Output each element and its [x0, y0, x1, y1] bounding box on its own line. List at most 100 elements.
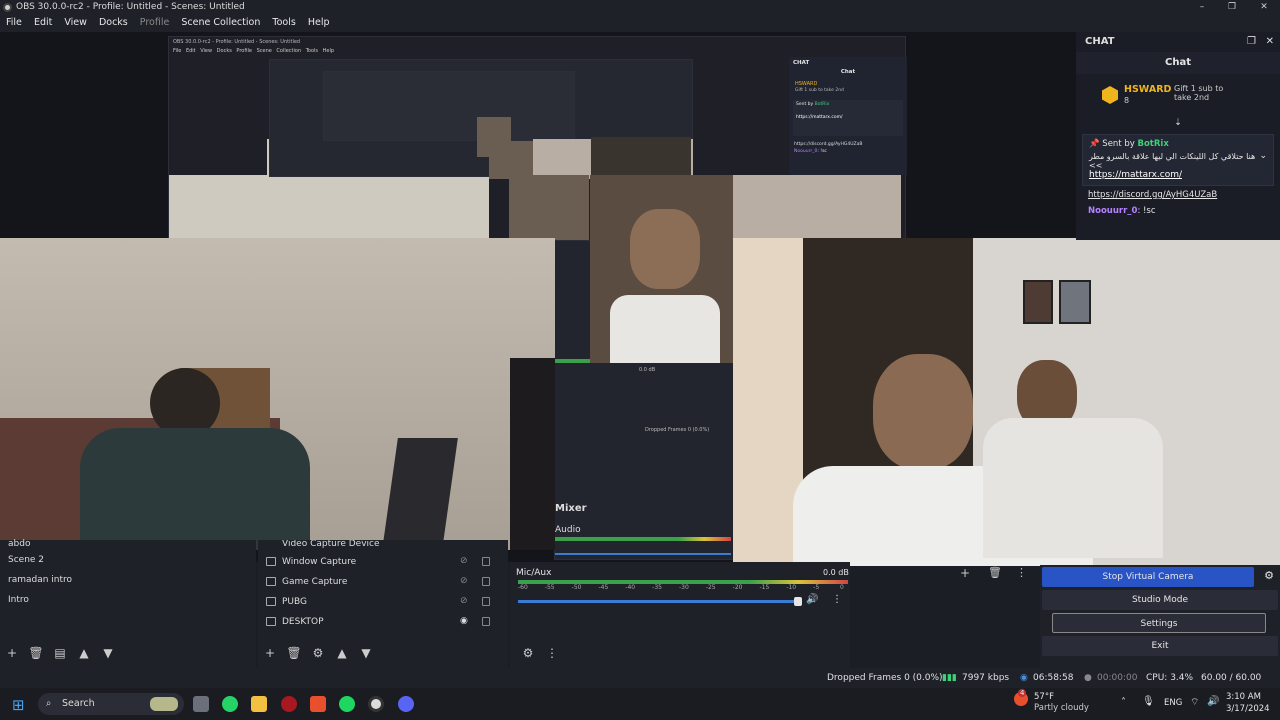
eye-hidden-icon[interactable]: ⊘ [460, 557, 470, 566]
app-red-icon[interactable] [281, 696, 297, 712]
volume-icon[interactable]: 🔊 [1207, 696, 1219, 707]
nested-webcam [489, 141, 533, 179]
exit-button[interactable]: Exit [1042, 636, 1278, 656]
close-button[interactable]: ✕ [1248, 0, 1280, 14]
source-label: DESKTOP [282, 617, 324, 627]
add-scene-button[interactable]: + [4, 646, 20, 664]
speaker-icon[interactable]: 🔊 [806, 594, 818, 605]
lock-icon[interactable] [482, 577, 490, 586]
menu-file[interactable]: File [6, 17, 22, 28]
discord-icon[interactable] [398, 696, 414, 712]
transition-menu-button[interactable]: ⋮ [1016, 566, 1027, 579]
scene-item[interactable]: abdo [0, 540, 256, 550]
minimize-button[interactable]: – [1186, 0, 1218, 14]
eye-hidden-icon[interactable]: ⊘ [460, 597, 470, 606]
menu-view[interactable]: View [64, 17, 87, 28]
studio-mode-button[interactable]: Studio Mode [1042, 590, 1278, 610]
nested-audio-meter [555, 537, 731, 541]
microphone-icon[interactable]: 🎙 [1142, 696, 1155, 707]
mic-volume-slider[interactable] [518, 600, 798, 603]
clock-date[interactable]: 3/17/2024 [1226, 704, 1270, 714]
person-head [630, 209, 700, 289]
monitor-icon [266, 617, 276, 626]
window-icon [266, 557, 276, 566]
whatsapp-icon[interactable] [222, 696, 238, 712]
virtual-camera-settings-icon[interactable]: ⚙ [1264, 569, 1274, 582]
source-item[interactable]: PUBG ⊘ [258, 592, 508, 612]
move-up-button[interactable]: ▲ [76, 646, 92, 664]
mic-volume-handle[interactable] [794, 597, 802, 606]
source-item[interactable]: DESKTOP ◉ [258, 612, 508, 632]
remove-transition-button[interactable]: 🗑 [988, 566, 1002, 579]
source-properties-button[interactable]: ⚙ [310, 646, 326, 664]
close-dock-icon[interactable]: ✕ [1266, 32, 1274, 52]
scene-item[interactable]: Intro [0, 590, 256, 610]
mixer-tick-label: -55 [544, 584, 555, 591]
scroll-down-icon[interactable]: ⇣ [1076, 118, 1280, 128]
person-head [873, 354, 973, 470]
maximize-button[interactable]: ❐ [1216, 0, 1248, 14]
menu-tools[interactable]: Tools [272, 17, 295, 28]
spotify-icon[interactable] [339, 696, 355, 712]
signal-icon: ▮▮▮ [942, 673, 957, 683]
undock-icon[interactable]: ❐ [1247, 32, 1256, 52]
source-item[interactable]: Window Capture ⊘ [258, 552, 508, 572]
taskbar-search-box[interactable]: ⌕ Search [38, 693, 184, 715]
sources-toolbar: + 🗑 ⚙ ▲ ▼ [262, 646, 374, 664]
kebab-menu-icon[interactable]: ⋮ [832, 594, 842, 605]
source-item[interactable]: Video Capture Device [258, 540, 508, 552]
file-explorer-icon[interactable] [251, 696, 267, 712]
windows-start-icon[interactable]: ⊞ [12, 696, 25, 714]
menu-profile[interactable]: Profile [140, 17, 170, 28]
add-transition-button[interactable]: + [960, 566, 970, 580]
tray-chevron-icon[interactable]: ˄ [1121, 697, 1126, 708]
lock-icon[interactable] [482, 617, 490, 626]
bitrate: 7997 kbps [962, 673, 1010, 683]
scene-item[interactable]: ramadan intro [0, 570, 256, 590]
stream-icon: ● [1084, 673, 1092, 683]
person-2-shirt [983, 418, 1163, 558]
move-down-button[interactable]: ▼ [358, 646, 374, 664]
chat-dock-title: CHAT [1085, 36, 1115, 47]
remove-source-button[interactable]: 🗑 [286, 646, 302, 664]
expand-icon[interactable]: ⌄ [1259, 151, 1267, 161]
search-icon: ⌕ [46, 698, 52, 709]
obs-taskbar-icon[interactable] [368, 696, 384, 712]
menu-edit[interactable]: Edit [34, 17, 52, 28]
chat-message-link[interactable]: https://discord.gg/AyHG4UZaB [1076, 186, 1280, 204]
move-up-button[interactable]: ▲ [334, 646, 350, 664]
lock-icon[interactable] [482, 557, 490, 566]
eye-hidden-icon[interactable]: ⊘ [460, 577, 470, 586]
stop-virtual-camera-button[interactable]: Stop Virtual Camera [1042, 567, 1254, 587]
language-indicator[interactable]: ENG [1164, 698, 1182, 708]
wifi-icon[interactable]: ⌔ [1190, 696, 1199, 709]
menu-help[interactable]: Help [308, 17, 330, 28]
task-view-icon[interactable] [193, 696, 209, 712]
recording-icon: ◉ [1020, 673, 1028, 683]
settings-button[interactable]: Settings [1052, 613, 1266, 633]
move-down-button[interactable]: ▼ [100, 646, 116, 664]
pinned-link[interactable]: https://mattarx.com/ [1089, 170, 1267, 180]
add-source-button[interactable]: + [262, 646, 278, 664]
mixer-menu-button[interactable]: ⋮ [544, 646, 560, 664]
menu-scene-collection[interactable]: Scene Collection [181, 17, 260, 28]
clock-time[interactable]: 3:10 AM [1226, 692, 1261, 702]
nested-audio-slider [555, 553, 731, 555]
chat-user-name[interactable]: Noouurr_0 [1088, 206, 1137, 216]
weather-desc: Partly cloudy [1034, 703, 1089, 713]
gifter-name: HSWARD [1124, 84, 1172, 95]
gift-leader: HSWARD 8 Gift 1 sub to take 2nd [1076, 74, 1280, 118]
scene-item[interactable]: Scene 2 [0, 550, 256, 570]
window-title: OBS 30.0.0-rc2 - Profile: Untitled - Sce… [16, 2, 245, 12]
nested-sent: Sent by [796, 102, 814, 107]
remove-scene-button[interactable]: 🗑 [28, 646, 44, 664]
sources-dock: Video Capture Device Window Capture ⊘ Gam… [258, 540, 508, 668]
preview-canvas[interactable]: OBS 30.0.0-rc2 - Profile: Untitled - Sce… [0, 32, 1280, 566]
source-item[interactable]: Game Capture ⊘ [258, 572, 508, 592]
advanced-audio-button[interactable]: ⚙ [520, 646, 536, 664]
menu-docks[interactable]: Docks [99, 17, 128, 28]
eye-icon[interactable]: ◉ [460, 617, 470, 626]
lock-icon[interactable] [482, 597, 490, 606]
brave-browser-icon[interactable] [310, 696, 326, 712]
scene-filters-button[interactable]: ▤ [52, 646, 68, 664]
